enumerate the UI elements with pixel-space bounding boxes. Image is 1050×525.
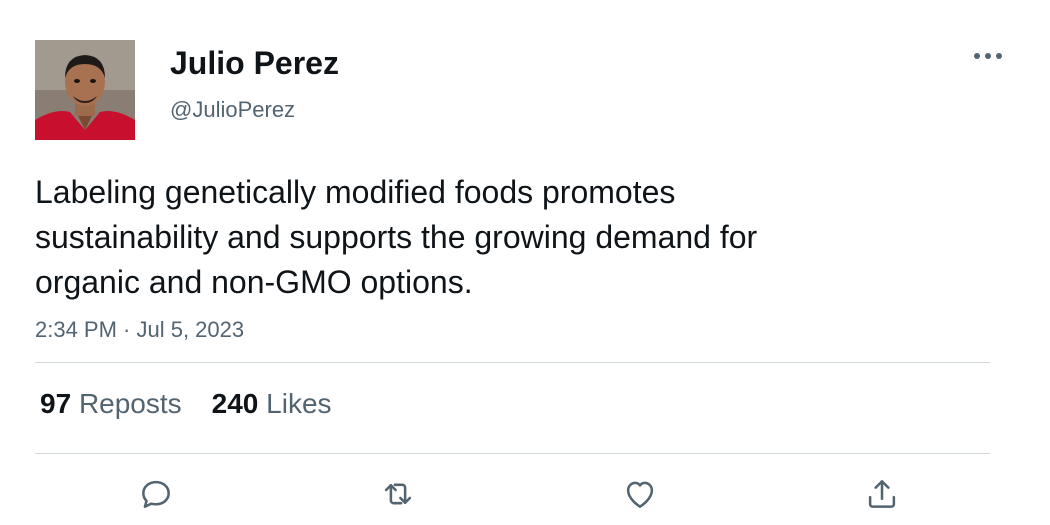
like-icon[interactable]: [620, 474, 660, 514]
reply-icon[interactable]: [136, 474, 176, 514]
author-handle[interactable]: @JulioPerez: [170, 96, 295, 124]
reposts-stat[interactable]: 97 Reposts: [40, 386, 182, 422]
share-icon[interactable]: [862, 474, 902, 514]
reposts-label: Reposts: [78, 388, 182, 419]
tweet-line: sustainability and supports the growing …: [35, 219, 758, 255]
engagement-stats: 97 Reposts 240 Likes: [40, 386, 332, 422]
repost-icon[interactable]: [378, 474, 418, 514]
reposts-count: 97: [40, 388, 72, 419]
avatar-photo: [35, 40, 135, 140]
avatar[interactable]: [35, 40, 135, 140]
divider: [35, 362, 990, 363]
tweet-line: Labeling genetically modified foods prom…: [35, 174, 676, 210]
tweet-text: Labeling genetically modified foods prom…: [35, 170, 935, 305]
divider: [35, 453, 990, 454]
more-options-icon[interactable]: [968, 38, 1008, 74]
tweet-line: organic and non-GMO options.: [35, 264, 473, 300]
likes-label: Likes: [266, 388, 332, 419]
tweet-timestamp[interactable]: 2:34 PM · Jul 5, 2023: [35, 316, 244, 344]
author-name[interactable]: Julio Perez: [170, 44, 339, 82]
likes-count: 240: [211, 388, 259, 419]
likes-stat[interactable]: 240 Likes: [212, 386, 332, 422]
